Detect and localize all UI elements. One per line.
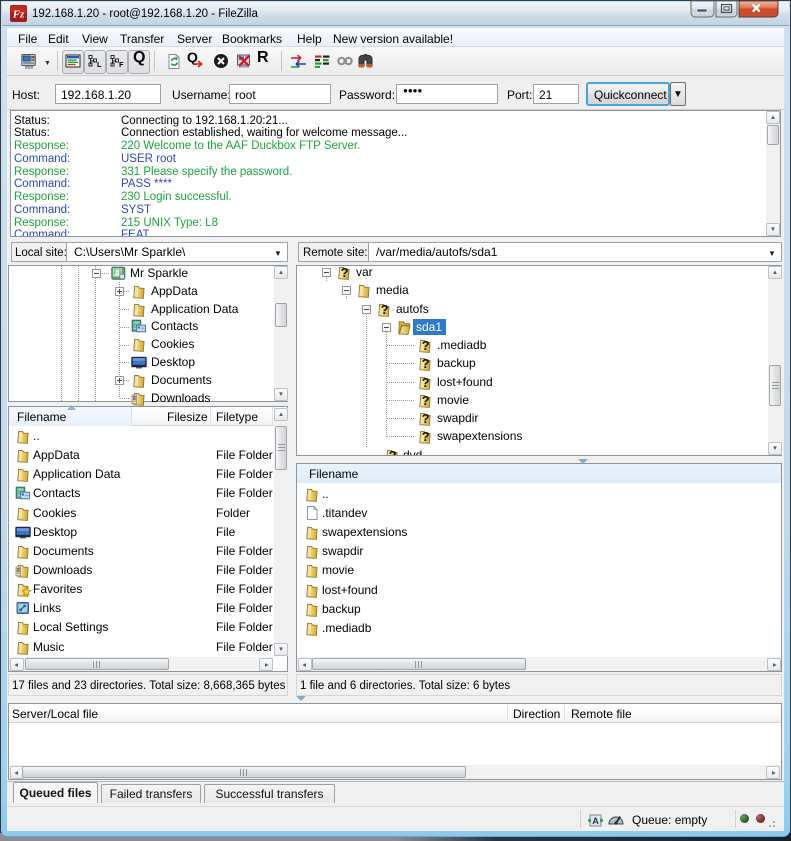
svg-text:?: ?	[422, 429, 430, 444]
svg-text:?: ?	[389, 448, 397, 455]
svg-text:?: ?	[422, 393, 430, 408]
svg-text:L: L	[97, 60, 102, 69]
svg-text:?: ?	[422, 338, 430, 353]
svg-text:?: ?	[381, 302, 389, 317]
svg-text:?: ?	[422, 356, 430, 371]
svg-text:Fz: Fz	[12, 9, 25, 21]
svg-text:F: F	[119, 60, 124, 69]
svg-text:?: ?	[341, 265, 349, 280]
svg-text:A: A	[592, 816, 599, 826]
svg-text:?: ?	[422, 411, 430, 426]
svg-text:?: ?	[422, 375, 430, 390]
